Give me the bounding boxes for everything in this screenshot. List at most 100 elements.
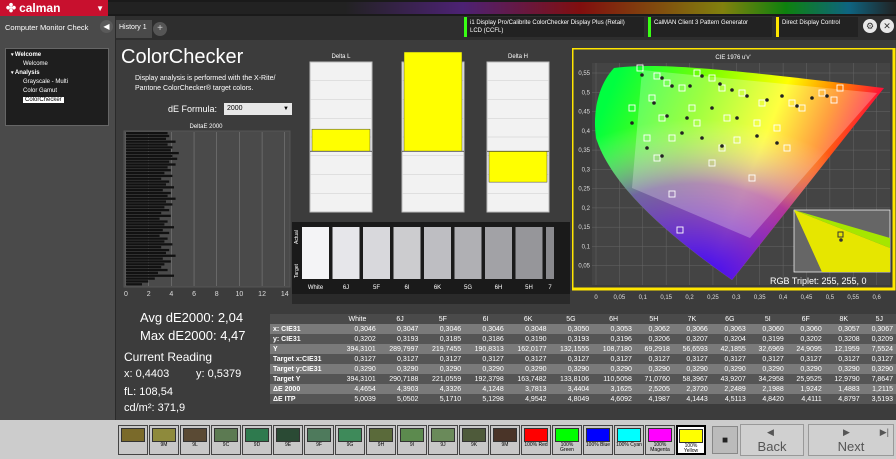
- settings-button[interactable]: ⚙: [863, 19, 877, 33]
- patch-button[interactable]: 9I: [397, 425, 427, 455]
- close-button[interactable]: ✕: [880, 19, 894, 33]
- patch-label: 9C: [222, 442, 230, 448]
- collapse-panel-button[interactable]: ◀: [100, 20, 113, 33]
- target-swatch: [332, 255, 360, 279]
- patch-swatch: [369, 428, 393, 442]
- meter-device[interactable]: i1 Display Pro/Calibrite ColorChecker Di…: [464, 17, 644, 37]
- cie-xtick: 0,4: [779, 295, 788, 301]
- table-cell: 0,3062: [634, 324, 673, 334]
- table-cell: 5,1298: [464, 394, 507, 404]
- add-tab-button[interactable]: +: [153, 22, 167, 36]
- patch-label: 9M: [160, 442, 168, 448]
- tree-item[interactable]: Grayscale - Multi: [9, 78, 105, 87]
- table-cell: 71,0760: [634, 374, 673, 384]
- table-cell: 0,3290: [378, 364, 422, 374]
- table-cell: 0,3127: [549, 354, 593, 364]
- histogram-bar: [126, 228, 163, 232]
- patch-button[interactable]: 9G: [335, 425, 365, 455]
- table-cell: Y: [270, 344, 337, 354]
- table-header-cell: 8K: [824, 314, 863, 324]
- histogram-bar: [126, 254, 176, 257]
- pattern-generator-device[interactable]: CalMAN Client 3 Pattern Generator: [648, 17, 772, 37]
- histogram-tick-label: 10: [236, 291, 244, 298]
- actual-swatch: [546, 227, 554, 255]
- histogram-bar: [126, 277, 155, 280]
- target-label: Target: [294, 263, 300, 278]
- next-button[interactable]: ▶ Next ▶|: [808, 424, 894, 456]
- display-control-device[interactable]: Direct Display Control: [776, 17, 858, 37]
- measured-dot: [780, 94, 784, 98]
- table-cell: Target x:CIE31: [270, 354, 337, 364]
- patch-button[interactable]: 9E: [273, 425, 303, 455]
- stop-button[interactable]: ■: [712, 426, 738, 454]
- patch-label: 9H: [377, 442, 385, 448]
- table-header-cell: 6K: [506, 314, 550, 324]
- tab-history-1[interactable]: History 1: [116, 20, 152, 38]
- measured-dot: [630, 121, 634, 125]
- measured-dot: [735, 116, 739, 120]
- patch-button[interactable]: 100% Blue: [583, 425, 613, 455]
- table-cell: 133,8106: [549, 374, 593, 384]
- stats-panel: Avg dE2000: 2,04 Max dE2000: 4,47 Curren…: [124, 306, 292, 422]
- patch-button[interactable]: 9M: [149, 425, 179, 455]
- tree-item[interactable]: ColorChecker: [9, 96, 105, 105]
- table-cell: 0,3060: [748, 324, 787, 334]
- table-cell: 163,7482: [506, 374, 550, 384]
- patch-button[interactable]: 100% Red: [521, 425, 551, 455]
- histogram-bar: [126, 231, 170, 235]
- patch-button[interactable]: 9L: [180, 425, 210, 455]
- histogram-tick-label: 6: [192, 291, 196, 298]
- patch-button[interactable]: 9J: [428, 425, 458, 455]
- patch-button[interactable]: 9H: [366, 425, 396, 455]
- histogram-bar: [126, 143, 168, 146]
- table-cell: 108,7180: [592, 344, 635, 354]
- cie-xtick: 0,1: [639, 295, 648, 301]
- histogram-bar: [126, 183, 166, 186]
- patch-swatch: [183, 428, 207, 442]
- histogram-bar: [126, 217, 160, 220]
- measured-dot: [652, 101, 656, 105]
- table-cell: 4,8420: [748, 394, 787, 404]
- patch-button[interactable]: 9M: [490, 425, 520, 455]
- table-cell: 0,3127: [506, 354, 550, 364]
- table-cell: 0,3063: [710, 324, 749, 334]
- tree-item[interactable]: Welcome: [9, 60, 105, 69]
- tree-item[interactable]: ▾ Welcome: [9, 51, 105, 60]
- patch-button[interactable]: 9K: [459, 425, 489, 455]
- cie-ytick: 0,35: [578, 148, 590, 154]
- tree-item[interactable]: ▾ Analysis: [9, 69, 105, 78]
- back-label: Back: [757, 439, 787, 454]
- delta-lch-charts: Delta LDelta CDelta H: [309, 51, 550, 213]
- de-formula-select[interactable]: 2000 ▼: [224, 103, 292, 115]
- patch-button[interactable]: 9D: [242, 425, 272, 455]
- table-cell: 4,1987: [634, 394, 673, 404]
- target-swatch: [302, 255, 329, 279]
- patch-button[interactable]: 9F: [304, 425, 334, 455]
- histogram-bar: [126, 154, 173, 158]
- table-cell: 0,3127: [421, 354, 465, 364]
- table-row: ΔE 2000 4,4654 4,3903 4,3326 4,1248 3,7813 3,4…: [270, 384, 896, 394]
- cie-xtick: 0,25: [707, 295, 719, 301]
- table-cell: 4,5113: [710, 394, 749, 404]
- tree-item-label: Color Gamut: [23, 88, 58, 94]
- tree-item[interactable]: Color Gamut: [9, 87, 105, 96]
- device-line: CalMAN Client 3 Pattern Generator: [654, 20, 749, 26]
- histogram-bar: [126, 163, 176, 166]
- patch-button[interactable]: 100% Yellow: [676, 425, 706, 455]
- patch-label: 100% Magenta: [650, 442, 670, 453]
- patch-button[interactable]: 100% Cyan: [614, 425, 644, 455]
- gear-icon: ⚙: [865, 21, 875, 31]
- patch-label: 9K: [470, 442, 478, 448]
- histogram-bar: [126, 140, 176, 143]
- patch-button[interactable]: 100% Magenta: [645, 425, 675, 455]
- calman-logo-menu[interactable]: ✤ calman ▼: [0, 0, 108, 16]
- table-cell: 0,3290: [710, 364, 749, 374]
- back-button[interactable]: ◀ Back: [740, 424, 804, 456]
- table-cell: 0,3053: [592, 324, 635, 334]
- patch-label: 9F: [316, 442, 322, 448]
- patch-button[interactable]: [118, 425, 148, 455]
- patch-button[interactable]: 100% Green: [552, 425, 582, 455]
- patch-button[interactable]: 9C: [211, 425, 241, 455]
- table-cell: 7,5524: [862, 344, 896, 354]
- cie-xtick: 0,2: [685, 295, 694, 301]
